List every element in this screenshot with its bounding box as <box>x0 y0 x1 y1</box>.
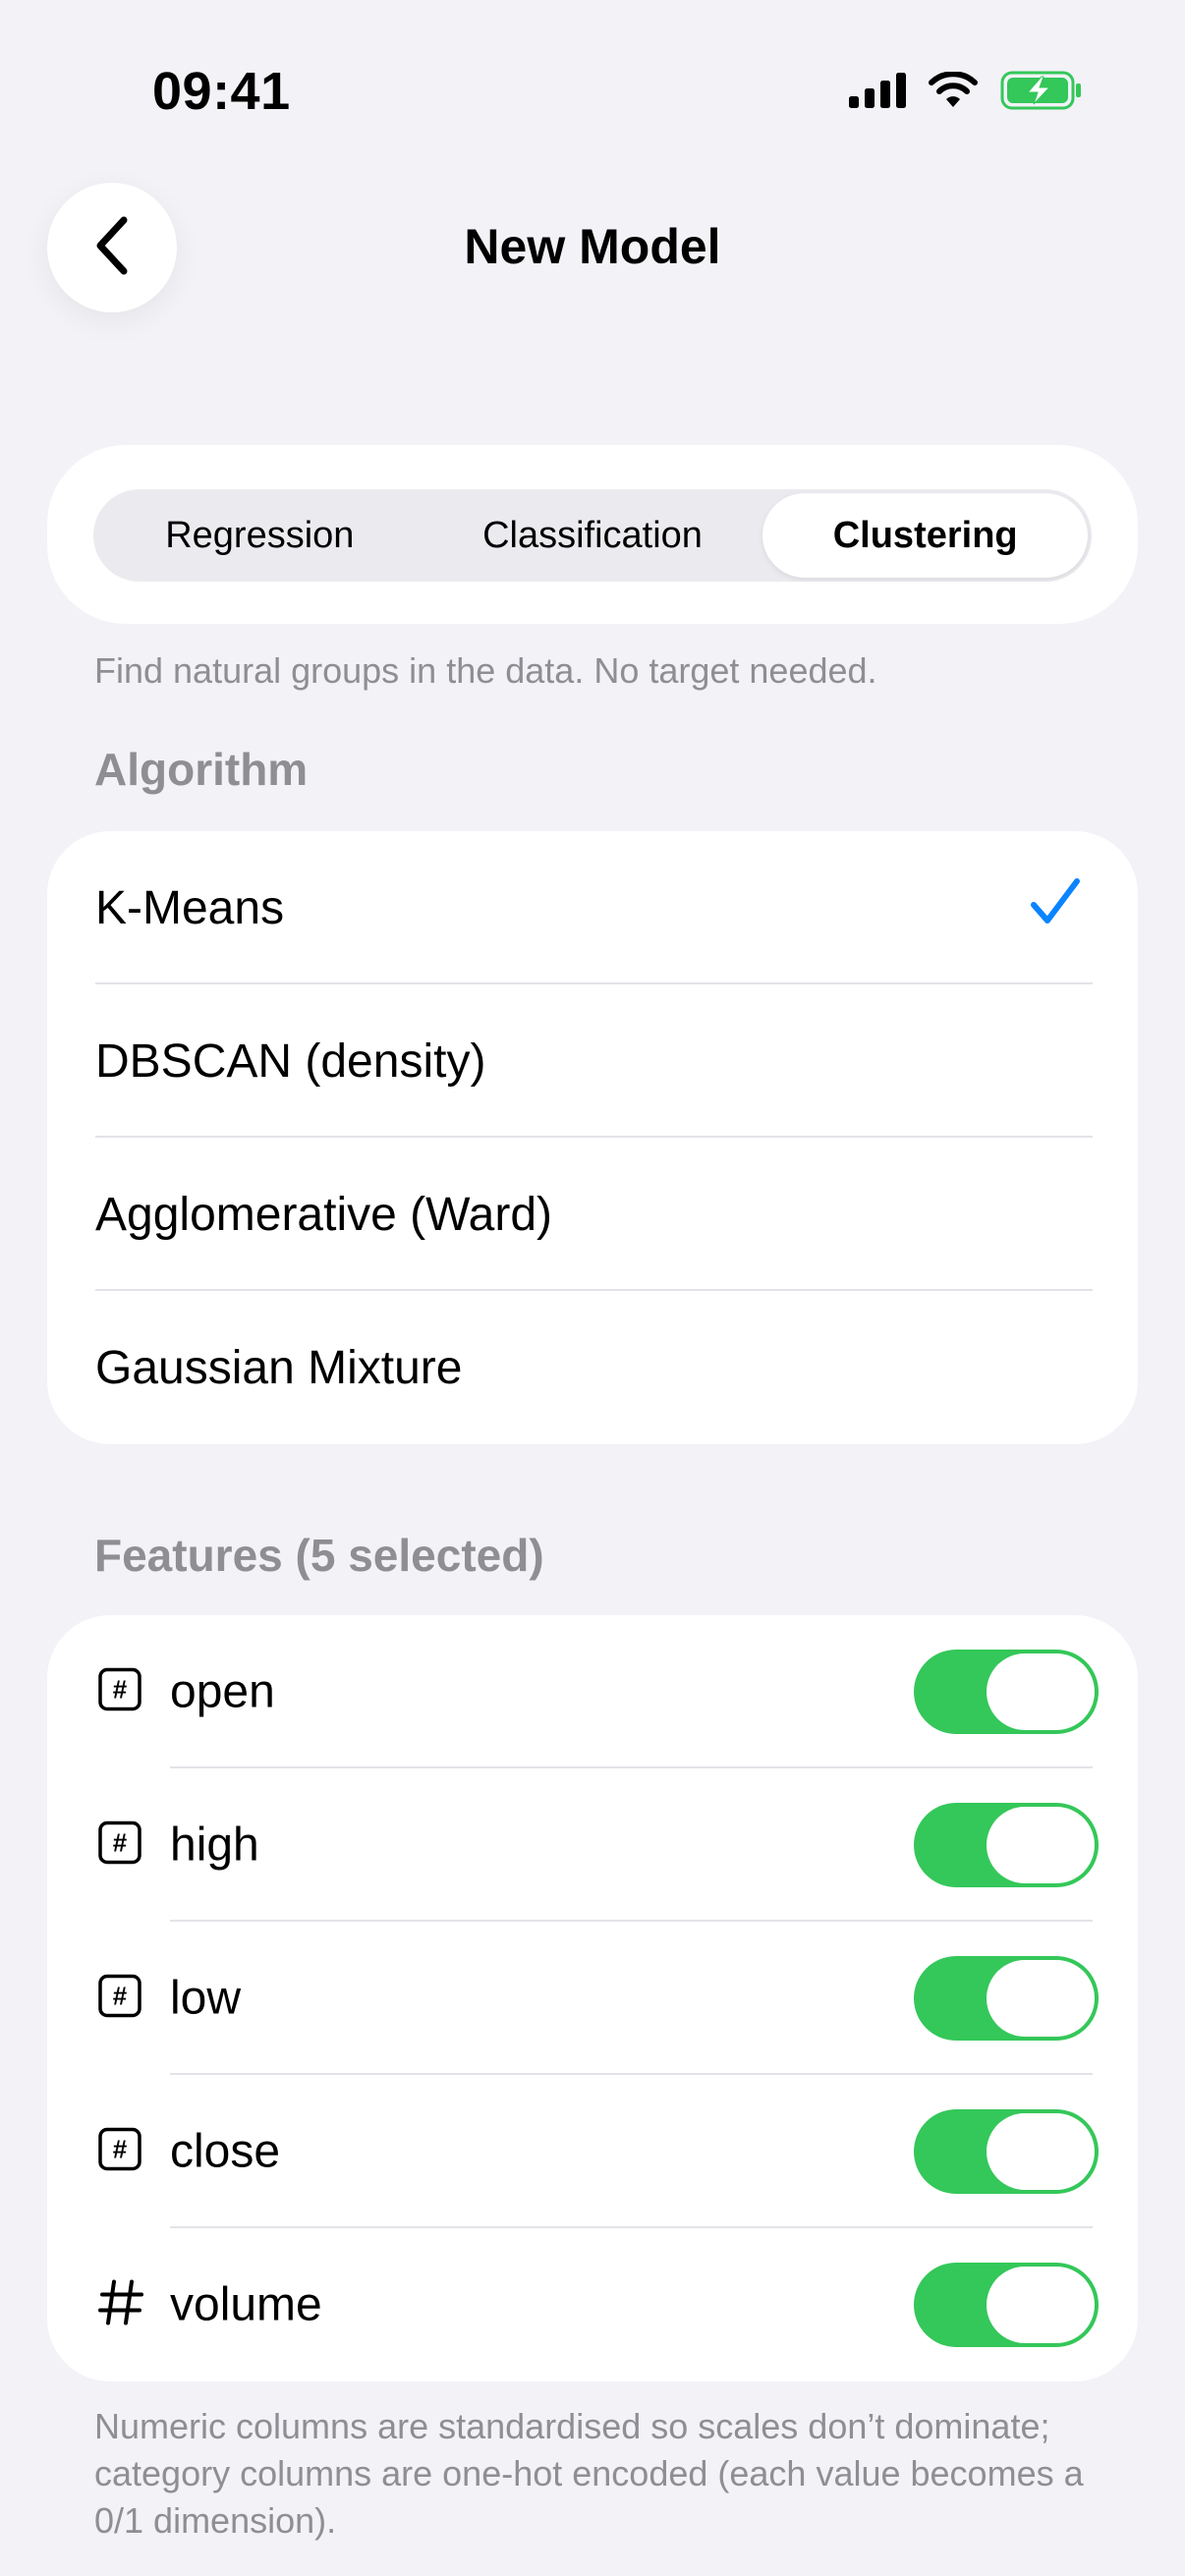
algorithm-section-header: Algorithm <box>94 744 309 795</box>
algorithm-list: K-Means DBSCAN (density) Agglomerative (… <box>47 831 1138 1444</box>
feature-toggle-open[interactable] <box>914 1650 1099 1734</box>
screen: 09:41 New Model Regression Classificatio… <box>0 0 1185 2576</box>
toggle-knob <box>987 1960 1095 2037</box>
algorithm-label: K-Means <box>95 881 285 934</box>
svg-text:#: # <box>113 2135 128 2164</box>
number-square-icon: # <box>98 1820 141 1870</box>
features-section-header: Features (5 selected) <box>94 1530 544 1581</box>
feature-toggle-low[interactable] <box>914 1956 1099 2041</box>
toggle-knob <box>987 2267 1095 2343</box>
algorithm-item-dbscan[interactable]: DBSCAN (density) <box>47 984 1138 1138</box>
number-square-icon: # <box>98 1667 141 1716</box>
features-footer-note: Numeric columns are standardised so scal… <box>94 2406 1084 2541</box>
segment-regression[interactable]: Regression <box>97 493 423 578</box>
toggle-knob <box>987 2113 1095 2190</box>
algorithm-label: DBSCAN (density) <box>95 1035 486 1088</box>
feature-row-close: # close <box>47 2075 1138 2228</box>
number-sign-icon <box>98 2278 143 2332</box>
feature-label: open <box>170 1665 275 1718</box>
algorithm-label: Agglomerative (Ward) <box>95 1188 553 1241</box>
svg-text:#: # <box>113 1828 128 1858</box>
status-time: 09:41 <box>152 62 291 121</box>
feature-label: volume <box>170 2278 322 2331</box>
checkmark-icon <box>1030 877 1081 938</box>
battery-charging-icon <box>1000 71 1083 110</box>
feature-toggle-volume[interactable] <box>914 2263 1099 2347</box>
algorithm-item-k-means[interactable]: K-Means <box>47 831 1138 984</box>
feature-toggle-close[interactable] <box>914 2109 1099 2194</box>
feature-row-volume: volume <box>47 2228 1138 2381</box>
segment-classification[interactable]: Classification <box>430 493 756 578</box>
status-icons <box>849 71 1083 110</box>
number-square-icon: # <box>98 2127 141 2176</box>
segment-clustering[interactable]: Clustering <box>762 493 1089 578</box>
feature-row-high: # high <box>47 1768 1138 1922</box>
svg-text:#: # <box>113 1675 128 1705</box>
feature-toggle-high[interactable] <box>914 1803 1099 1887</box>
model-type-segmented-control: Regression Classification Clustering <box>93 489 1092 582</box>
toggle-knob <box>987 1653 1095 1730</box>
toggle-knob <box>987 1807 1095 1883</box>
cellular-signal-icon <box>849 73 906 108</box>
features-list: # open # high # low # close volume <box>47 1615 1138 2381</box>
feature-label: high <box>170 1819 259 1872</box>
svg-text:#: # <box>113 1982 128 2011</box>
feature-label: low <box>170 1972 242 2025</box>
wifi-icon <box>928 72 979 109</box>
model-type-hint: Find natural groups in the data. No targ… <box>94 650 877 691</box>
algorithm-label: Gaussian Mixture <box>95 1341 463 1394</box>
number-square-icon: # <box>98 1974 141 2023</box>
model-type-card: Regression Classification Clustering <box>47 445 1138 624</box>
feature-row-low: # low <box>47 1922 1138 2075</box>
page-title: New Model <box>464 219 721 274</box>
feature-row-open: # open <box>47 1615 1138 1768</box>
algorithm-item-gaussian-mixture[interactable]: Gaussian Mixture <box>47 1291 1138 1444</box>
feature-label: close <box>170 2125 281 2178</box>
algorithm-item-agglomerative[interactable]: Agglomerative (Ward) <box>47 1138 1138 1291</box>
